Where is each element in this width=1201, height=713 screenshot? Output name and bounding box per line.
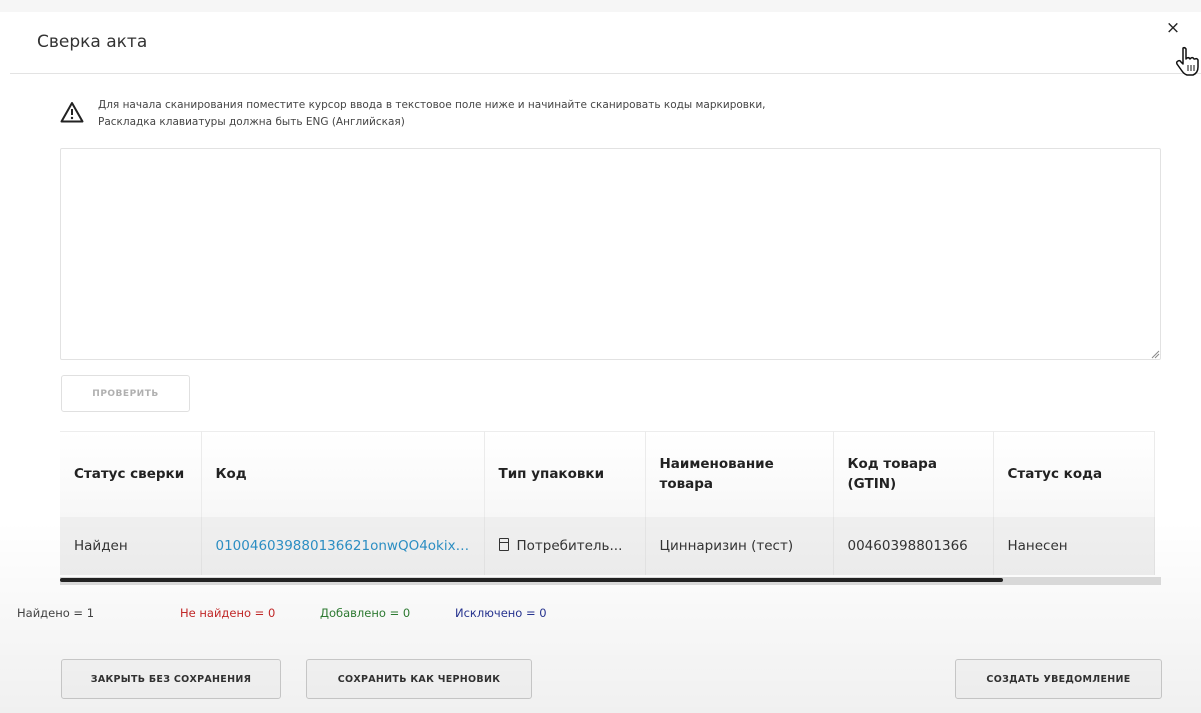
modal-title: Сверка акта (37, 32, 148, 52)
hand-cursor-icon (1175, 46, 1199, 76)
cell-code-status: Нанесен (993, 516, 1155, 575)
save-draft-button[interactable]: СОХРАНИТЬ КАК ЧЕРНОВИК (306, 659, 532, 699)
column-header-name[interactable]: Наименование товара (645, 431, 834, 517)
stat-found: Найдено = 1 (17, 606, 95, 620)
stat-added: Добавлено = 0 (320, 606, 411, 620)
table-row[interactable]: Найден 010046039880136621onwQO4okixl... … (60, 516, 1155, 575)
results-table: Статус сверки Код Тип упаковки Наименова… (60, 431, 1155, 575)
resize-handle-icon[interactable] (1150, 349, 1160, 359)
scan-codes-textarea[interactable] (60, 148, 1161, 360)
table-header-row: Статус сверки Код Тип упаковки Наименова… (60, 431, 1155, 517)
warning-triangle-icon (60, 102, 84, 123)
warning-line-1: Для начала сканирования поместите курсор… (98, 99, 766, 111)
top-strip (0, 0, 1201, 12)
modal-header: Сверка акта (10, 12, 1201, 74)
cell-name: Циннаризин (тест) (645, 516, 834, 575)
column-header-code[interactable]: Код (201, 431, 485, 517)
warning-line-2: Раскладка клавиатуры должна быть ENG (Ан… (98, 116, 405, 128)
close-without-save-button[interactable]: ЗАКРЫТЬ БЕЗ СОХРАНЕНИЯ (61, 659, 281, 699)
close-button[interactable]: × (1163, 18, 1183, 38)
cell-status: Найден (60, 516, 202, 575)
cell-gtin: 00460398801366 (833, 516, 994, 575)
package-icon (498, 537, 509, 551)
results-table-container: Статус сверки Код Тип упаковки Наименова… (60, 431, 1161, 586)
column-header-gtin[interactable]: Код товара (GTIN) (833, 431, 994, 517)
create-notification-button[interactable]: СОЗДАТЬ УВЕДОМЛЕНИЕ (955, 659, 1162, 699)
cell-package-label: Потребитель... (516, 537, 623, 554)
warning-text: Для начала сканирования поместите курсор… (98, 97, 998, 131)
stat-excluded: Исключено = 0 (455, 606, 547, 620)
cell-package: Потребитель... (484, 516, 646, 575)
column-header-code-status[interactable]: Статус кода (993, 431, 1155, 517)
horizontal-scrollbar-thumb[interactable] (60, 578, 1003, 582)
column-header-status[interactable]: Статус сверки (60, 431, 202, 517)
cell-code-link[interactable]: 010046039880136621onwQO4okixl... (201, 516, 485, 575)
check-button[interactable]: ПРОВЕРИТЬ (61, 375, 190, 412)
stat-not-found: Не найдено = 0 (180, 606, 276, 620)
column-header-package[interactable]: Тип упаковки (484, 431, 646, 517)
